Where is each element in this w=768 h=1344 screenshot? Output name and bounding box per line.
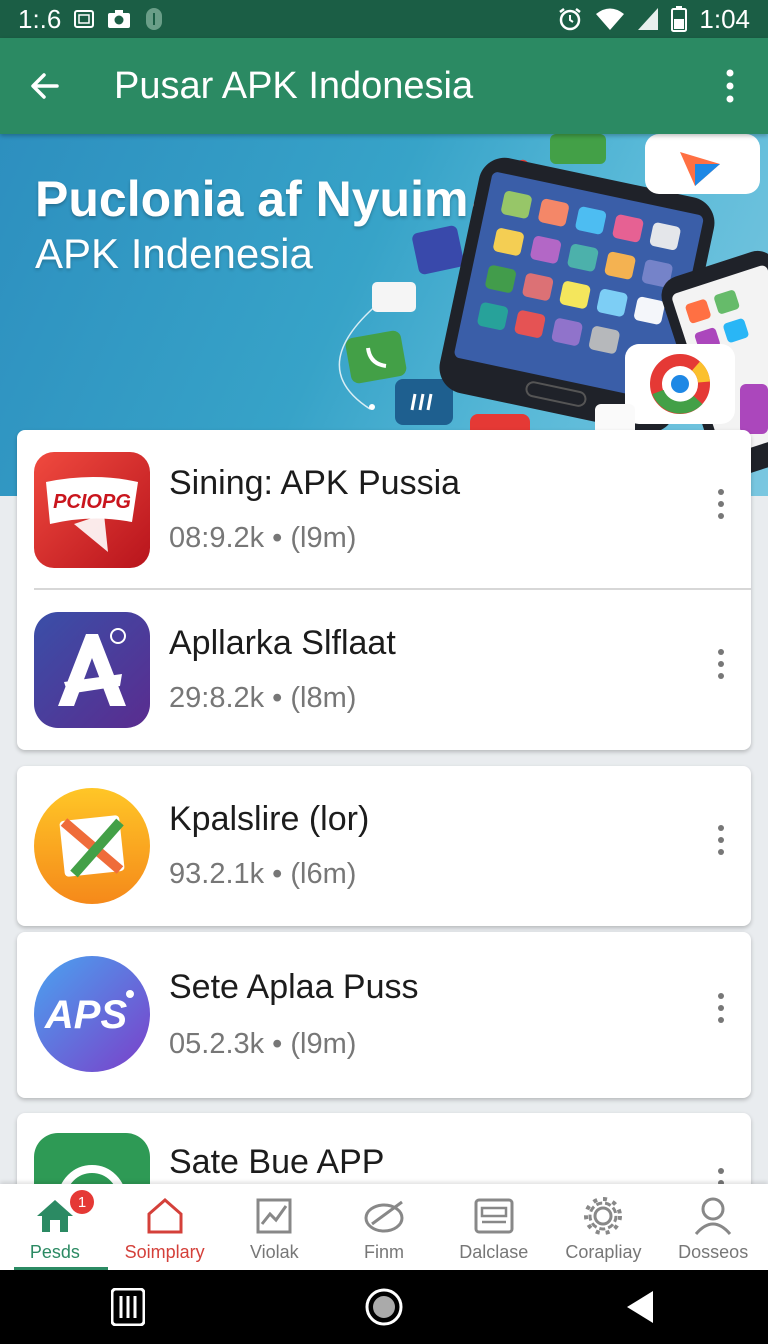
bottom-navigation: 1 Pesds Soimplary Violak Finm Dalclase C…	[0, 1184, 768, 1270]
envelope-app-icon	[34, 788, 150, 904]
notification-badge: 1	[70, 1190, 94, 1214]
app-list-item[interactable]: Apllarka Slflaat 29:8.2k • (l8m)	[17, 590, 751, 750]
nav-item-soimplary[interactable]: Soimplary	[110, 1184, 220, 1270]
wifi-icon	[596, 8, 625, 30]
battery-icon	[671, 6, 688, 32]
app-bar-title: Pusar APK Indonesia	[114, 64, 474, 107]
person-icon	[695, 1197, 732, 1236]
alarm-icon	[559, 8, 582, 31]
tag-check-icon	[364, 1200, 404, 1233]
more-vert-icon	[726, 69, 734, 103]
app-card[interactable]: APS Sete Aplaa Puss 05.2.3k • (l9m)	[17, 932, 751, 1098]
recents-icon	[111, 1288, 145, 1326]
status-bar: 1:.6 1:04	[0, 0, 768, 38]
svg-text:PCIOPG: PCIOPG	[53, 491, 131, 513]
nav-item-violak[interactable]: Violak	[219, 1184, 329, 1270]
nav-item-corapliay[interactable]: Corapliay	[549, 1184, 659, 1270]
app-meta: 93.2.1k • (l6m)	[169, 858, 357, 890]
app-bar: Pusar APK Indonesia	[0, 38, 768, 134]
nav-label: Pesds	[29, 1242, 80, 1262]
screen: 1:.6 1:04 Pusar APK Indonesia Puclonia a…	[0, 0, 768, 1344]
status-time-right: 1:04	[699, 3, 750, 34]
nav-label: Dalclase	[459, 1242, 529, 1262]
recents-button[interactable]	[98, 1277, 158, 1337]
shield-icon	[146, 8, 163, 30]
camera-icon	[108, 10, 131, 28]
nav-item-finm[interactable]: Finm	[329, 1184, 439, 1270]
nav-label: Dosseos	[678, 1242, 749, 1262]
app-meta: 29:8.2k • (l8m)	[169, 682, 357, 714]
nav-label: Finm	[364, 1242, 405, 1262]
gear-icon	[584, 1197, 623, 1235]
hero-subline: APK Indenesia	[35, 230, 313, 277]
card-icon	[474, 1198, 514, 1234]
app-name: Sete Aplaa Puss	[169, 968, 419, 1006]
app-card[interactable]: Kpalslire (lor) 93.2.1k • (l6m)	[17, 766, 751, 926]
status-time-left: 1:.6	[18, 3, 62, 34]
item-more-button[interactable]	[709, 634, 733, 694]
chart-icon	[256, 1198, 292, 1234]
app-name: Kpalslire (lor)	[169, 800, 370, 838]
signal-icon	[638, 8, 659, 30]
app-list-item[interactable]: PCIOPG Sining: APK Pussia 08:9.2k • (l9m…	[17, 430, 751, 590]
back-system-button[interactable]	[610, 1277, 670, 1337]
overflow-menu-button[interactable]	[692, 38, 768, 134]
svg-text:APS: APS	[44, 993, 128, 1037]
red-ribbon-app-icon: PCIOPG	[34, 452, 150, 568]
app-list-item[interactable]: APS Sete Aplaa Puss 05.2.3k • (l9m)	[17, 932, 751, 1098]
app-meta: 05.2.3k • (l9m)	[169, 1028, 357, 1060]
nav-label: Soimplary	[124, 1242, 205, 1262]
item-more-button[interactable]	[709, 978, 733, 1038]
nav-item-dalclase[interactable]: Dalclase	[439, 1184, 549, 1270]
back-button[interactable]	[0, 38, 90, 134]
nav-item-dosseos[interactable]: Dosseos	[658, 1184, 768, 1270]
app-meta: 08:9.2k • (l9m)	[169, 522, 357, 554]
nav-label: Violak	[249, 1242, 299, 1262]
sim-icon	[74, 10, 95, 28]
nav-label: Corapliay	[565, 1242, 642, 1262]
home-system-button[interactable]	[354, 1277, 414, 1337]
item-more-button[interactable]	[709, 810, 733, 870]
home-circle-icon	[365, 1288, 403, 1326]
item-more-button[interactable]	[709, 474, 733, 534]
app-name: Sining: APK Pussia	[169, 464, 461, 502]
app-name: Apllarka Slflaat	[169, 624, 396, 662]
nav-item-pesds[interactable]: 1 Pesds	[0, 1184, 110, 1270]
letter-a-app-icon	[34, 612, 150, 728]
aps-app-icon: APS	[34, 956, 150, 1072]
arrow-left-icon	[31, 73, 59, 99]
system-navigation-bar	[0, 1270, 768, 1344]
house-outline-icon	[147, 1198, 183, 1234]
app-list-item[interactable]: Kpalslire (lor) 93.2.1k • (l6m)	[17, 766, 751, 926]
app-card-group: PCIOPG Sining: APK Pussia 08:9.2k • (l9m…	[17, 430, 751, 750]
app-name: Sate Bue APP	[169, 1143, 385, 1181]
back-triangle-icon	[627, 1291, 653, 1323]
